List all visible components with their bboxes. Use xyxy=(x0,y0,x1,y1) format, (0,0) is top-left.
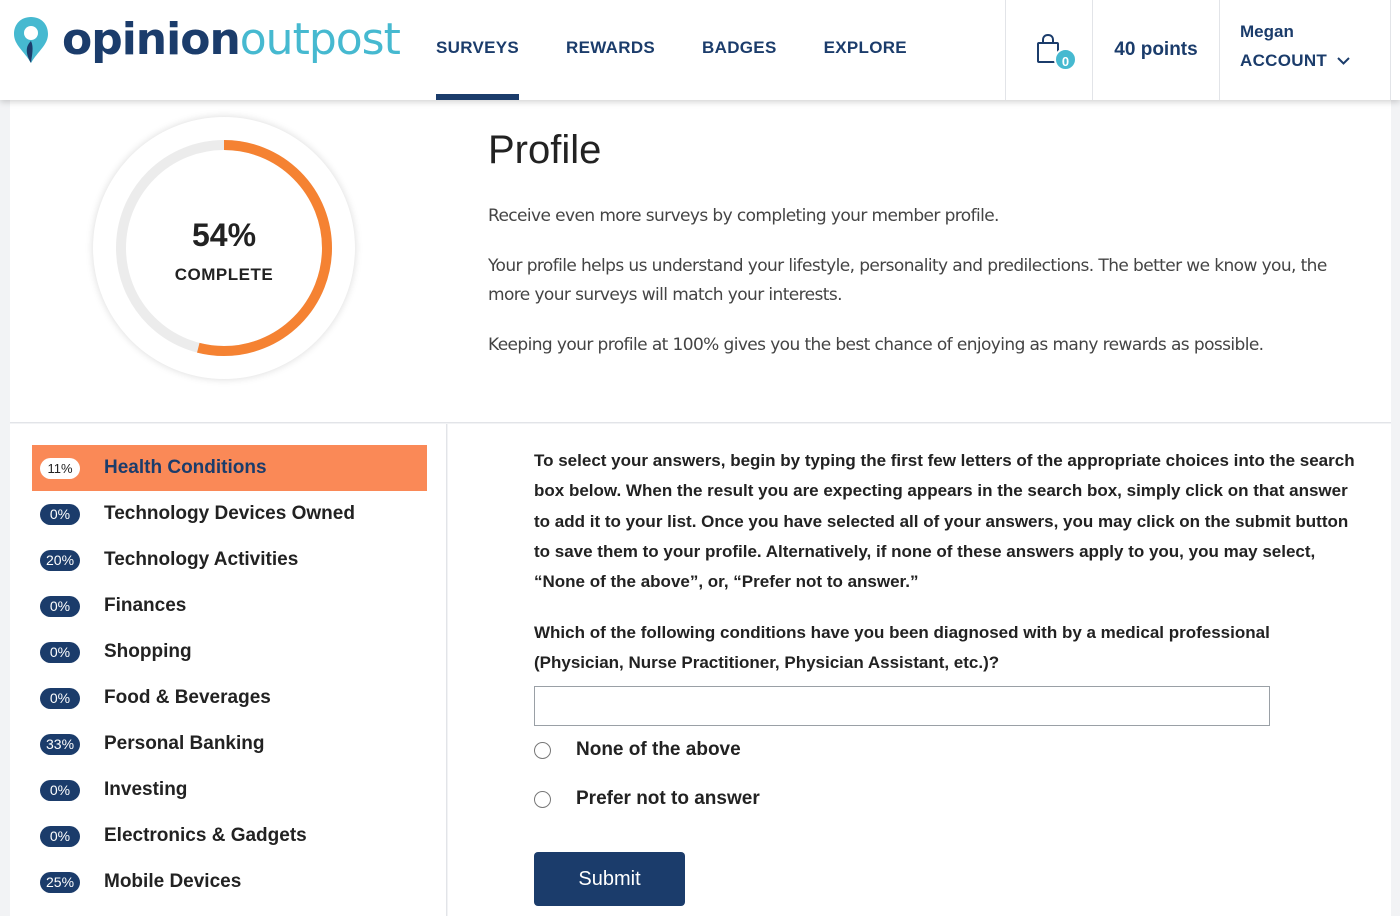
category-label: Shopping xyxy=(104,641,192,662)
page-title: Profile xyxy=(488,128,602,172)
category-percent-badge: 0% xyxy=(40,779,80,801)
account-menu[interactable]: Megan ACCOUNT xyxy=(1219,0,1391,100)
option-prefer-not-to-answer[interactable]: Prefer not to answer xyxy=(534,788,760,810)
main-nav: SURVEYS REWARDS BADGES EXPLORE xyxy=(436,0,954,100)
category-percent-badge: 0% xyxy=(40,687,80,709)
category-percent-badge: 11% xyxy=(40,457,80,479)
category-label: Mobile Devices xyxy=(104,871,242,892)
category-label: Electronics & Gadgets xyxy=(104,825,307,846)
category-label: Technology Activities xyxy=(104,549,299,570)
category-personal-banking[interactable]: 33% Personal Banking xyxy=(32,721,427,767)
option-none-of-the-above[interactable]: None of the above xyxy=(534,739,741,761)
progress-label: COMPLETE xyxy=(174,265,274,284)
progress-percent: 54% xyxy=(191,217,257,253)
cart-button[interactable]: 0 xyxy=(1005,0,1092,100)
nav-badges[interactable]: BADGES xyxy=(702,0,777,100)
nav-rewards[interactable]: REWARDS xyxy=(566,0,655,100)
category-health-conditions[interactable]: 11% Health Conditions xyxy=(32,445,427,491)
answer-search-input[interactable] xyxy=(534,686,1270,726)
radio-button[interactable] xyxy=(534,741,551,759)
category-investing[interactable]: 0% Investing xyxy=(32,767,427,813)
category-sidebar: 11% Health Conditions 0% Technology Devi… xyxy=(10,424,447,916)
category-label: Investing xyxy=(104,779,188,800)
category-percent-badge: 0% xyxy=(40,503,80,525)
submit-button[interactable]: Submit xyxy=(534,852,685,906)
chevron-down-icon xyxy=(1337,57,1350,65)
category-label: Finances xyxy=(104,595,187,616)
option-label: Prefer not to answer xyxy=(576,788,760,809)
profile-intro-text: Receive even more surveys by completing … xyxy=(488,206,999,226)
profile-summary-card: 54% COMPLETE Profile Receive even more s… xyxy=(10,100,1391,423)
nav-surveys[interactable]: SURVEYS xyxy=(436,0,520,100)
category-technology-activities[interactable]: 20% Technology Activities xyxy=(32,537,427,583)
category-percent-badge: 20% xyxy=(40,549,81,571)
category-percent-badge: 25% xyxy=(40,871,81,893)
progress-ring: 54% COMPLETE xyxy=(93,117,355,379)
category-finances[interactable]: 0% Finances xyxy=(32,583,427,629)
category-label: Health Conditions xyxy=(104,457,267,478)
category-percent-badge: 0% xyxy=(40,641,80,663)
cart-count-badge: 0 xyxy=(1054,48,1077,71)
account-dropdown[interactable]: ACCOUNT xyxy=(1240,51,1390,71)
category-label: Technology Devices Owned xyxy=(104,503,355,524)
category-label: Personal Banking xyxy=(104,733,265,754)
category-label: Food & Beverages xyxy=(104,687,271,708)
category-shopping[interactable]: 0% Shopping xyxy=(32,629,427,675)
category-food-beverages[interactable]: 0% Food & Beverages xyxy=(32,675,427,721)
profile-rewards-text: Keeping your profile at 100% gives you t… xyxy=(488,335,1264,355)
account-name: Megan xyxy=(1240,22,1294,41)
category-percent-badge: 0% xyxy=(40,825,80,847)
category-electronics-gadgets[interactable]: 0% Electronics & Gadgets xyxy=(32,813,427,859)
question-panel: To select your answers, begin by typing … xyxy=(448,424,1391,916)
points-display[interactable]: 40 points xyxy=(1092,0,1219,100)
category-mobile-devices[interactable]: 25% Mobile Devices xyxy=(32,859,427,905)
question-text: Which of the following conditions have y… xyxy=(534,623,1270,673)
top-header: opinionoutpost SURVEYS REWARDS BADGES EX… xyxy=(0,0,1400,100)
logo-pin-icon xyxy=(14,17,48,63)
category-percent-badge: 33% xyxy=(40,733,81,755)
nav-explore[interactable]: EXPLORE xyxy=(824,0,907,100)
option-label: None of the above xyxy=(576,739,741,760)
radio-button[interactable] xyxy=(534,790,551,808)
account-label: ACCOUNT xyxy=(1240,51,1328,70)
profile-description-text: Your profile helps us understand your li… xyxy=(488,256,1327,305)
logo-text: opinionoutpost xyxy=(62,14,401,65)
instructions-text: To select your answers, begin by typing … xyxy=(534,451,1355,592)
category-percent-badge: 0% xyxy=(40,595,80,617)
logo[interactable]: opinionoutpost xyxy=(12,12,401,68)
category-technology-devices-owned[interactable]: 0% Technology Devices Owned xyxy=(32,491,427,537)
